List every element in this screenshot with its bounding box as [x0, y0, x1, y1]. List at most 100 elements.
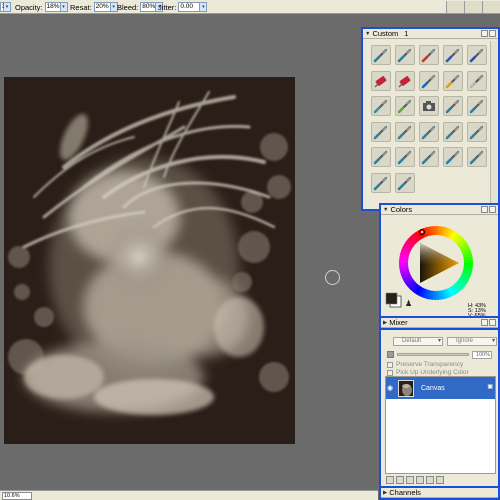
pen-icon [469, 150, 484, 165]
property-bar-button[interactable] [482, 1, 500, 13]
custom-tool-cell[interactable] [395, 121, 415, 142]
color-wheel[interactable]: ♟ [381, 216, 498, 317]
checkbox-box[interactable] [387, 369, 393, 376]
lock-icon[interactable]: ▣ [487, 383, 493, 390]
palette-options-button[interactable] [481, 30, 488, 37]
custom-tool-cell[interactable] [467, 45, 487, 65]
new-group-icon[interactable] [406, 476, 414, 484]
opacity-spinner[interactable]: ▾ [60, 2, 68, 12]
palette-options-button[interactable] [481, 206, 488, 213]
crayon-icon [397, 99, 412, 114]
channels-palette-titlebar[interactable]: ▶ Channels [381, 488, 498, 498]
custom-tool-cell[interactable] [371, 96, 391, 116]
opacity-icon [387, 351, 394, 358]
preserve-transparency-checkbox[interactable]: Preserve Transparency [387, 361, 463, 368]
pen-icon [397, 125, 412, 139]
mixer-palette: ▶ Mixer [379, 316, 500, 328]
bleed-field[interactable]: 80% [140, 2, 157, 12]
custom-tool-cell[interactable] [395, 172, 415, 193]
colors-palette-titlebar[interactable]: ▼ Colors [381, 205, 498, 215]
custom-tool-cell[interactable] [371, 147, 391, 167]
custom-tool-cell[interactable] [443, 45, 463, 65]
opacity-field[interactable]: 18% [44, 2, 61, 12]
main-color-swatch[interactable] [385, 292, 398, 305]
expand-triangle-icon[interactable]: ▶ [383, 320, 387, 326]
palette-close-button[interactable] [489, 206, 496, 213]
dynamic-plugins-icon[interactable] [396, 476, 404, 484]
custom-tool-cell[interactable] [443, 70, 463, 91]
custom-palette-scrollbar[interactable] [490, 41, 498, 209]
custom-tool-cell[interactable] [467, 70, 487, 91]
custom-tool-cell[interactable] [371, 45, 391, 65]
brush-size-control[interactable]: 3 ▾ [0, 0, 11, 14]
property-bar-button[interactable] [446, 1, 464, 13]
pen-icon [397, 176, 412, 190]
clone-color-icon[interactable]: ♟ [405, 299, 412, 308]
custom-tool-cell[interactable] [371, 121, 391, 142]
zoom-level-field[interactable]: 10.6% [2, 492, 32, 500]
colors-body: ♟ H: 43% S: 13% V: 65% [381, 216, 498, 319]
opacity-label: Opacity: [15, 2, 43, 12]
custom-tool-cell[interactable] [395, 147, 415, 167]
layer-row-canvas[interactable]: ◉ Canvas ▣ [386, 377, 495, 399]
custom-tool-cell[interactable] [443, 147, 463, 167]
brush-cursor [325, 270, 340, 285]
pen-icon [445, 150, 460, 165]
opacity-control: Opacity: 18% ▾ [15, 0, 68, 14]
custom-tool-cell[interactable] [419, 147, 439, 167]
delete-layer-icon[interactable] [436, 476, 444, 484]
checkbox-box[interactable] [387, 361, 393, 368]
custom-tool-cell[interactable] [467, 96, 487, 116]
custom-tool-cell[interactable] [467, 147, 487, 167]
resat-field[interactable]: 20% [93, 2, 111, 12]
custom-tool-cell[interactable] [419, 45, 439, 65]
custom-tool-cell[interactable] [467, 121, 487, 142]
collapse-triangle-icon[interactable]: ▼ [365, 31, 370, 37]
layer-commands-icon[interactable] [386, 476, 394, 484]
property-bar-button[interactable] [464, 1, 482, 13]
custom-tool-cell[interactable] [371, 172, 391, 193]
preserve-mode-select[interactable]: Ignore [447, 337, 497, 346]
composite-method-select[interactable]: Default [393, 337, 443, 346]
pick-up-underlying-checkbox[interactable]: Pick Up Underlying Color [387, 369, 469, 376]
custom-tool-cell[interactable] [371, 70, 391, 91]
collapse-triangle-icon[interactable]: ▼ [383, 207, 388, 213]
custom-palette: ▼ Custom 1 [361, 27, 500, 211]
custom-tool-cell[interactable] [443, 96, 463, 116]
custom-tool-cell[interactable] [395, 96, 415, 116]
eye-icon[interactable]: ◉ [386, 384, 394, 392]
layer-opacity-field[interactable]: 100% [472, 350, 492, 359]
palette-close-button[interactable] [489, 30, 496, 37]
blender-icon [373, 99, 388, 114]
pen-icon [469, 99, 484, 114]
custom-tool-cell[interactable] [419, 70, 439, 91]
layers-palette: Default Ignore 100% Preserve Transparenc… [379, 328, 500, 490]
pen-icon [373, 150, 388, 165]
brush-size-spinner[interactable]: ▾ [4, 2, 11, 12]
custom-tool-cell[interactable] [395, 45, 415, 65]
new-layer-icon[interactable] [416, 476, 424, 484]
resat-control: Resat: 20% ▾ [70, 0, 118, 14]
custom-tool-cell[interactable] [419, 121, 439, 142]
palette-close-button[interactable] [489, 319, 496, 326]
mixer-palette-titlebar[interactable]: ▶ Mixer [381, 318, 498, 328]
custom-tool-grid [371, 45, 491, 198]
custom-tool-cell[interactable] [395, 70, 415, 91]
layer-opacity-slider[interactable] [397, 353, 469, 356]
expand-triangle-icon[interactable]: ▶ [383, 490, 387, 496]
custom-palette-titlebar[interactable]: ▼ Custom 1 [363, 29, 498, 39]
palette-options-button[interactable] [481, 319, 488, 326]
colors-palette-title: Colors [390, 205, 413, 214]
custom-palette-title: Custom [372, 29, 399, 38]
new-mask-icon[interactable] [426, 476, 434, 484]
marker-icon [469, 48, 484, 63]
jitter-spinner[interactable]: ▾ [200, 2, 208, 12]
pen-icon [397, 150, 412, 165]
layer-list: ◉ Canvas ▣ [385, 376, 496, 474]
jitter-label: Jitter: [158, 2, 177, 12]
custom-tool-cell[interactable] [443, 121, 463, 142]
custom-tool-cell[interactable] [419, 96, 439, 116]
camera-icon [423, 101, 435, 111]
document-canvas[interactable] [4, 77, 295, 444]
jitter-field[interactable]: 0.00 [178, 2, 201, 12]
